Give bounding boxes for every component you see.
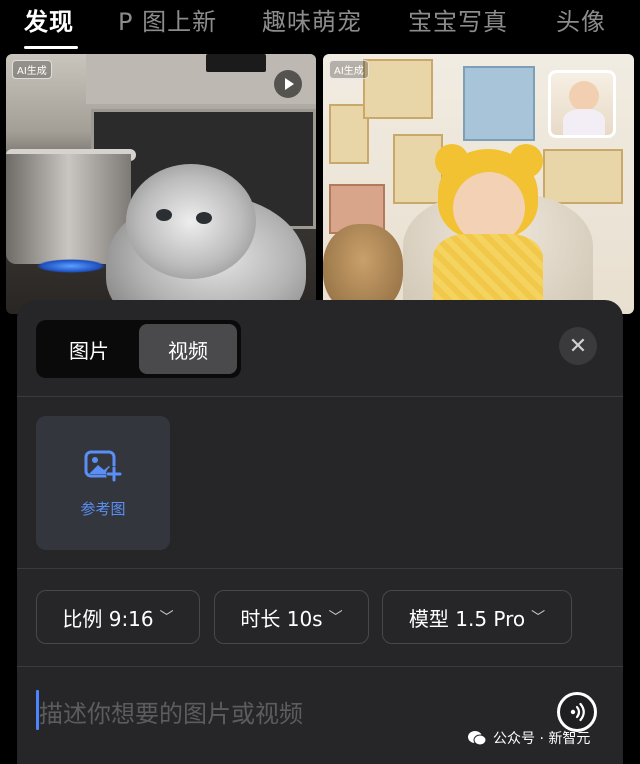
creation-panel: 图片 视频 ✕ 参考图 比例 9:16 ﹀ 时长 10s ﹀ 模型 1.5 Pr… [17, 300, 623, 764]
prompt-input[interactable]: 描述你想要的图片或视频 [39, 694, 303, 729]
ratio-selector[interactable]: 比例 9:16 ﹀ [36, 590, 200, 644]
duration-selector[interactable]: 时长 10s ﹀ [214, 590, 369, 644]
tab-discover[interactable]: 发现 [24, 2, 74, 37]
segment-video[interactable]: 视频 [139, 324, 237, 374]
model-selector[interactable]: 模型 1.5 Pro ﹀ [382, 590, 572, 644]
divider [17, 666, 623, 667]
reference-inset-photo [548, 70, 616, 138]
top-tab-bar: 发现 P 图上新 趣味萌宠 宝宝写真 头像 [0, 0, 640, 52]
wall-poster [363, 59, 433, 119]
divider [17, 568, 623, 569]
voice-input-button[interactable] [557, 692, 597, 732]
kitten-eye [196, 212, 212, 224]
tab-avatar[interactable]: 头像 [556, 2, 606, 37]
wechat-icon [468, 731, 487, 746]
close-icon: ✕ [568, 333, 588, 359]
wall-poster [393, 134, 443, 204]
oven-display [206, 54, 266, 72]
feed-card-baby[interactable]: AI生成 [323, 54, 634, 314]
voice-input-icon [570, 702, 585, 722]
ai-generated-badge: AI生成 [329, 60, 369, 79]
reference-image-button[interactable]: 参考图 [36, 416, 170, 550]
ai-generated-badge: AI生成 [12, 60, 52, 79]
tab-fun-pets[interactable]: 趣味萌宠 [262, 2, 362, 37]
add-image-icon [84, 450, 122, 482]
wall-poster [543, 149, 623, 204]
chevron-down-icon: ﹀ [531, 610, 546, 626]
media-type-segmented-control: 图片 视频 [36, 320, 241, 378]
tab-baby-photos[interactable]: 宝宝写真 [408, 2, 508, 37]
watermark: 公众号 · 新智元 [467, 728, 590, 748]
stove-flame [36, 259, 106, 273]
tab-p-image-new[interactable]: P 图上新 [118, 2, 217, 37]
play-icon[interactable] [274, 70, 302, 98]
chevron-down-icon: ﹀ [159, 610, 174, 626]
kitten-head [126, 164, 256, 279]
reference-image-label: 参考图 [80, 499, 126, 518]
inset-baby-face [569, 81, 599, 111]
duration-value: 时长 10s [240, 606, 323, 631]
inset-baby-body [563, 109, 605, 135]
divider [17, 396, 623, 397]
watermark-text: 公众号 · 新智元 [493, 731, 591, 747]
chevron-down-icon: ﹀ [328, 610, 343, 626]
feed-card-kitten[interactable]: AI生成 [6, 54, 316, 314]
kitten-eye [156, 209, 172, 221]
close-button[interactable]: ✕ [559, 327, 597, 365]
active-tab-underline [24, 46, 78, 49]
wall-poster [463, 66, 535, 141]
model-value: 模型 1.5 Pro [408, 606, 526, 631]
segment-image[interactable]: 图片 [40, 324, 138, 374]
ratio-value: 比例 9:16 [62, 606, 154, 631]
